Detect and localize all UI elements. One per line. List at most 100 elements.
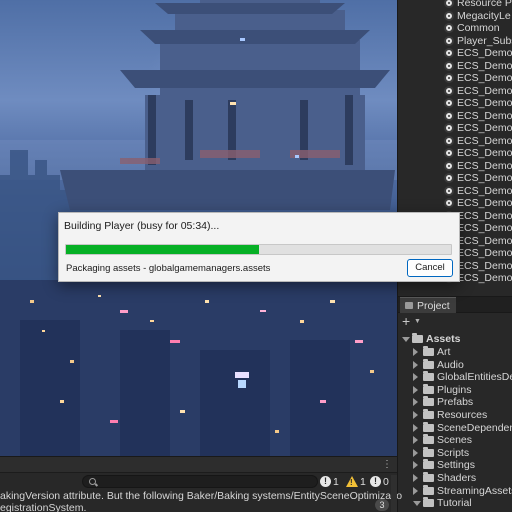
expand-arrow-icon[interactable] xyxy=(413,474,418,482)
hierarchy-item-label: ECS_Demo_ xyxy=(457,59,512,72)
hierarchy-item-label: ECS_Demo_ xyxy=(457,209,512,222)
hierarchy-item[interactable]: ECS_Demo_ xyxy=(398,172,512,185)
console-scrollbar[interactable] xyxy=(391,475,397,512)
folder-icon xyxy=(423,358,434,369)
scene-object-icon xyxy=(444,135,454,146)
folder-item-settings[interactable]: Settings xyxy=(398,459,512,472)
project-panel[interactable]: Project + ▼ Assets Art Audio GlobalEntities… xyxy=(397,296,512,512)
warning-filter-toggle[interactable]: ! 1 xyxy=(346,475,366,488)
folder-label: Resources xyxy=(437,409,488,421)
hierarchy-item-label: Common xyxy=(457,22,500,34)
add-asset-button[interactable]: + xyxy=(402,314,410,328)
scene-object-icon xyxy=(444,73,454,83)
hierarchy-item[interactable]: ECS_Demo_ xyxy=(398,185,512,198)
console-message[interactable]: egistrationSystem. xyxy=(0,502,86,512)
scene-object-icon xyxy=(444,185,454,196)
folder-icon xyxy=(423,459,434,470)
hierarchy-item[interactable]: Player_Subs xyxy=(398,35,512,48)
expand-arrow-open-icon[interactable] xyxy=(413,501,421,507)
chevron-down-icon[interactable]: ▼ xyxy=(414,318,421,325)
hierarchy-item[interactable]: ECS_Demo_ xyxy=(398,147,512,160)
folder-item-shaders[interactable]: Shaders xyxy=(398,472,512,485)
folder-icon xyxy=(423,383,434,394)
expand-arrow-icon[interactable] xyxy=(413,448,418,457)
folder-item-plugins[interactable]: Plugins xyxy=(398,383,512,397)
info-filter-toggle[interactable]: ! 1 xyxy=(320,475,339,488)
folder-item-resources[interactable]: Resources xyxy=(398,409,512,422)
tab-project[interactable]: Project xyxy=(400,297,456,313)
hierarchy-item-label: ECS_Demo_ xyxy=(457,109,512,122)
search-icon xyxy=(89,478,96,485)
console-message[interactable]: akingVersion attribute. But the followin… xyxy=(0,490,402,502)
expand-arrow-icon[interactable] xyxy=(413,385,418,394)
folder-item-scripts[interactable]: Scripts xyxy=(398,446,512,460)
expand-arrow-icon[interactable] xyxy=(413,373,418,382)
hierarchy-item[interactable]: ECS_Demo_ xyxy=(398,197,512,210)
hierarchy-item-label: Player_Subs xyxy=(457,34,512,47)
hierarchy-item[interactable]: ECS_Demo_ xyxy=(398,135,512,148)
error-icon: ! xyxy=(370,476,381,487)
expand-arrow-icon[interactable] xyxy=(413,348,418,356)
hierarchy-item[interactable]: Common xyxy=(398,22,512,35)
folder-icon xyxy=(423,434,434,445)
hierarchy-item[interactable]: ECS_Demo_ xyxy=(398,47,512,60)
folder-icon xyxy=(423,472,434,482)
scene-object-icon xyxy=(444,0,454,8)
error-filter-toggle[interactable]: ! 0 xyxy=(370,475,389,488)
console-panel[interactable]: ⋮ ! 1 ! 1 ! 0 akingVersion attribute. Bu… xyxy=(0,456,402,512)
hierarchy-item[interactable]: ECS_Demo_ xyxy=(398,72,512,85)
expand-arrow-icon[interactable] xyxy=(413,423,418,432)
expand-arrow-icon[interactable] xyxy=(413,398,418,407)
expand-arrow-icon[interactable] xyxy=(413,486,418,495)
folder-item-assets[interactable]: Assets xyxy=(398,333,512,346)
console-search-input[interactable] xyxy=(82,475,318,488)
hierarchy-item[interactable]: ECS_Demo_ xyxy=(398,60,512,73)
hierarchy-item-label: ECS_Demo_ xyxy=(457,259,512,272)
hierarchy-item[interactable]: Resource Pl xyxy=(398,0,512,10)
expand-arrow-open-icon[interactable] xyxy=(402,337,410,342)
expand-arrow-icon[interactable] xyxy=(413,461,418,470)
scene-object-icon xyxy=(444,148,454,158)
project-tab-bar: Project xyxy=(398,297,512,313)
folder-item-prefabs[interactable]: Prefabs xyxy=(398,396,512,409)
folder-label: Scenes xyxy=(437,434,473,447)
hierarchy-item[interactable]: ECS_Demo_ xyxy=(398,97,512,110)
more-options-icon[interactable]: ⋮ xyxy=(382,459,392,470)
warning-icon: ! xyxy=(346,476,358,487)
folder-item-scenedependen[interactable]: SceneDependen xyxy=(398,421,512,435)
hierarchy-item-label: ECS_Demo_ xyxy=(457,184,512,197)
folder-item-scenes[interactable]: Scenes xyxy=(398,434,512,447)
cancel-button[interactable]: Cancel xyxy=(407,259,453,277)
hierarchy-item-label: ECS_Demo_ xyxy=(457,72,512,84)
folder-item-globalentitiesde[interactable]: GlobalEntitiesDe xyxy=(398,371,512,384)
folder-icon xyxy=(405,302,413,309)
expand-arrow-icon[interactable] xyxy=(413,360,418,369)
collapse-count-badge: 3 xyxy=(375,499,389,511)
expand-arrow-icon[interactable] xyxy=(413,411,418,419)
folder-label: Tutorial xyxy=(437,497,472,510)
scene-object-icon xyxy=(444,85,454,96)
hierarchy-item[interactable]: ECS_Demo_ xyxy=(398,85,512,98)
hierarchy-item[interactable]: ECS_Demo_ xyxy=(398,160,512,173)
hierarchy-item-label: ECS_Demo_ xyxy=(457,234,512,247)
expand-arrow-icon[interactable] xyxy=(413,436,418,445)
hierarchy-item[interactable]: ECS_Demo_ xyxy=(398,110,512,123)
build-progress-dialog: Building Player (busy for 05:34)... Pack… xyxy=(58,212,460,282)
hierarchy-item[interactable]: MegacityLe xyxy=(398,10,512,23)
console-tab-bar: ⋮ xyxy=(0,457,397,473)
hierarchy-item-label: ECS_Demo_ xyxy=(457,134,512,147)
folder-item-streamingassets[interactable]: StreamingAssets xyxy=(398,484,512,498)
progress-bar xyxy=(65,244,452,255)
folder-icon xyxy=(423,396,434,407)
folder-item-audio[interactable]: Audio xyxy=(398,358,512,372)
folder-item-tutorial[interactable]: Tutorial xyxy=(398,497,512,510)
folder-label: Settings xyxy=(437,459,475,472)
folder-label: Plugins xyxy=(437,383,472,396)
folder-label: GlobalEntitiesDe xyxy=(437,371,512,384)
folder-item-art[interactable]: Art xyxy=(398,346,512,359)
hierarchy-item-label: MegacityLe xyxy=(457,9,511,22)
dialog-title: Building Player (busy for 05:34)... xyxy=(64,220,220,232)
hierarchy-item-label: ECS_Demo_ xyxy=(457,147,512,159)
hierarchy-item[interactable]: ECS_Demo_ xyxy=(398,122,512,135)
folder-icon xyxy=(423,371,434,382)
